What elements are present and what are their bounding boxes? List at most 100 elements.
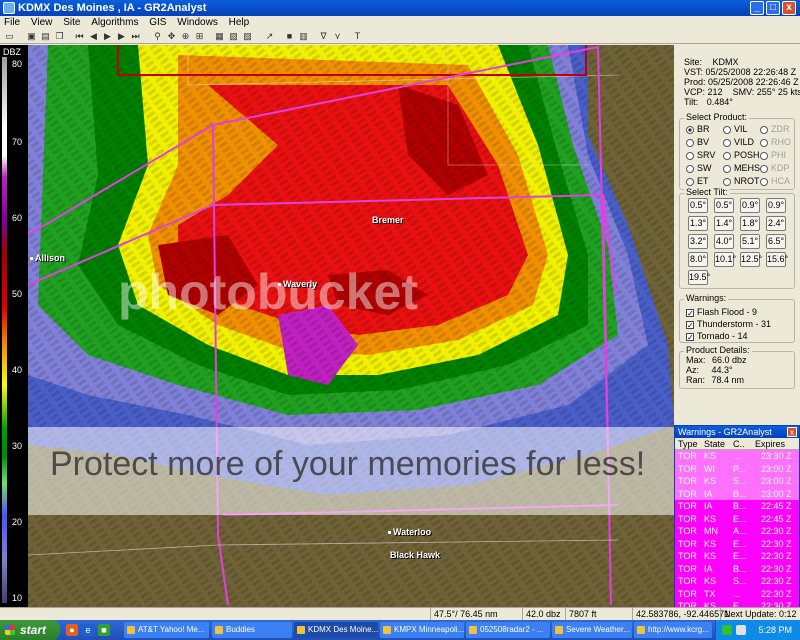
stop-icon[interactable]: ■ [284, 31, 295, 42]
taskbar-button[interactable]: 052508radar2 - ... [466, 622, 550, 638]
menu-windows[interactable]: Windows [173, 16, 222, 30]
warning-row[interactable]: TOR KS E... 22:30 Z [675, 550, 799, 563]
warnings-close-icon[interactable]: x [787, 427, 797, 437]
menu-view[interactable]: View [27, 16, 57, 30]
close-button[interactable]: x [782, 1, 796, 15]
taskbar-button[interactable]: Severe Weather... [552, 622, 632, 638]
volume-icon[interactable] [736, 625, 746, 635]
tilt-button[interactable]: 1.3° [688, 216, 708, 231]
col-type[interactable]: Type [678, 438, 698, 450]
product-radio-vild[interactable]: VILD [723, 137, 754, 147]
product-radio-posh[interactable]: POSH [723, 150, 760, 160]
product-radio-srv[interactable]: SRV [686, 150, 715, 160]
v-icon[interactable]: ∇ [318, 31, 329, 42]
thunderstorm-checkbox[interactable]: ✓ Thunderstorm - 31 [686, 319, 771, 329]
warning-row[interactable]: TOR IA B... 22:45 Z [675, 500, 799, 513]
product-radio-vil[interactable]: VIL [723, 124, 748, 134]
taskbar-button[interactable]: KMPX Minneapoli... [380, 622, 464, 638]
mode-c-icon[interactable]: ▨ [242, 31, 253, 42]
warning-row[interactable]: TOR MN A... 22:30 Z [675, 525, 799, 538]
grid-icon[interactable]: ▥ [298, 31, 309, 42]
save-icon[interactable]: ▣ [26, 31, 37, 42]
network-icon[interactable] [722, 625, 732, 635]
product-radio-et[interactable]: ET [686, 176, 709, 186]
warning-row[interactable]: TOR IA B... 23:00 Z [675, 487, 799, 500]
warning-row[interactable]: TOR IA B... 22:30 Z [675, 562, 799, 575]
taskbar-button[interactable]: Buddies [212, 622, 292, 638]
taskbar-button[interactable]: KDMX Des Moine... [294, 622, 378, 638]
col-state[interactable]: State [704, 438, 725, 450]
tilt-button[interactable]: 12.5° [740, 252, 762, 267]
flash-flood-checkbox[interactable]: ✓ Flash Flood - 9 [686, 307, 757, 317]
mode-b-icon[interactable]: ▧ [228, 31, 239, 42]
tilt-button[interactable]: 0.9° [740, 198, 760, 213]
warning-row[interactable]: TOR TX... 22:30 Z [675, 587, 799, 600]
next-frame-icon[interactable]: ▶ [116, 31, 127, 42]
start-button[interactable]: start [0, 620, 60, 640]
vcut-icon[interactable]: ⋎ [332, 31, 343, 42]
radar-map[interactable]: photobucket Allison Waverly Bremer Water… [28, 45, 674, 607]
open-icon[interactable]: ▭ [4, 31, 15, 42]
warning-row[interactable]: TOR KS... 23:30 Z [675, 450, 799, 463]
tilt-button[interactable]: 1.8° [740, 216, 760, 231]
product-radio-sw[interactable]: SW [686, 163, 712, 173]
warning-c: E... [733, 513, 747, 524]
product-radio-bv[interactable]: BV [686, 137, 709, 147]
tilt-button[interactable]: 1.4° [714, 216, 734, 231]
minimize-button[interactable]: _ [750, 1, 764, 15]
tilt-button[interactable]: 5.1° [740, 234, 760, 249]
tilt-button[interactable]: 0.5° [714, 198, 734, 213]
play-icon[interactable]: ▶ [102, 31, 113, 42]
crosshair-icon[interactable]: ⊕ [180, 31, 191, 42]
zoom-icon[interactable]: ⚲ [152, 31, 163, 42]
last-frame-icon[interactable]: ⏭ [130, 31, 141, 42]
product-radio-mehs[interactable]: MEHS [723, 163, 760, 173]
menu-help[interactable]: Help [225, 16, 254, 30]
desktop-icon[interactable]: ■ [98, 624, 110, 636]
menu-algorithms[interactable]: Algorithms [87, 16, 142, 30]
warning-state: TX [704, 588, 716, 599]
product-radio-nrot[interactable]: NROT [723, 176, 760, 186]
print-icon[interactable]: ▤ [40, 31, 51, 42]
warning-row[interactable]: TOR KS S... 22:30 Z [675, 575, 799, 588]
warning-row[interactable]: TOR KS E... 22:30 Z [675, 537, 799, 550]
tilt-button[interactable]: 3.2° [688, 234, 708, 249]
prev-frame-icon[interactable]: ◀ [88, 31, 99, 42]
menu-gis[interactable]: GIS [145, 16, 170, 30]
ie-icon[interactable]: e [82, 624, 94, 636]
mode-a-icon[interactable]: ▦ [214, 31, 225, 42]
text-icon[interactable]: T [352, 31, 363, 42]
tilt-button[interactable]: 2.4° [766, 216, 786, 231]
tilt-button[interactable]: 19.5° [688, 270, 710, 285]
tilt-button[interactable]: 8.0° [688, 252, 708, 267]
clock[interactable]: 5:28 PM [758, 620, 792, 640]
maximize-button[interactable]: □ [766, 1, 780, 15]
taskbar-button[interactable]: http://www.kcrg... [634, 622, 712, 638]
pan-icon[interactable]: ✥ [166, 31, 177, 42]
copy-icon[interactable]: ❐ [54, 31, 65, 42]
tilt-button[interactable]: 10.1° [714, 252, 736, 267]
measure-icon[interactable]: ⊞ [194, 31, 205, 42]
status-height: 7807 ft [565, 608, 597, 620]
col-expires[interactable]: Expires [755, 438, 785, 450]
product-radio-br[interactable]: BR [686, 124, 710, 134]
menu-site[interactable]: Site [59, 16, 84, 30]
taskbar-button[interactable]: AT&T Yahoo! Me... [124, 622, 209, 638]
warnings-window[interactable]: Warnings - GR2Analyst x Type State C.. E… [674, 425, 800, 625]
pointer-icon[interactable]: ↗ [264, 31, 275, 42]
tilt-button[interactable]: 15.6° [766, 252, 788, 267]
warning-row[interactable]: TOR KS E... 22:45 Z [675, 512, 799, 525]
col-county[interactable]: C.. [733, 438, 745, 450]
tilt-button[interactable]: 6.5° [766, 234, 786, 249]
title-bar[interactable]: KDMX Des Moines , IA - GR2Analyst _ □ x [0, 0, 800, 16]
tilt-button[interactable]: 0.9° [766, 198, 786, 213]
first-frame-icon[interactable]: ⏮ [74, 31, 85, 42]
firefox-icon[interactable]: ● [66, 624, 78, 636]
warning-row[interactable]: TOR KS S... 23:00 Z [675, 475, 799, 488]
warning-row[interactable]: TOR WI P... 23:00 Z [675, 462, 799, 475]
tilt-button[interactable]: 0.5° [688, 198, 708, 213]
tornado-checkbox[interactable]: ✓ Tornado - 14 [686, 331, 748, 341]
menu-file[interactable]: File [0, 16, 24, 30]
tilt-button[interactable]: 4.0° [714, 234, 734, 249]
warnings-window-title[interactable]: Warnings - GR2Analyst [675, 426, 799, 438]
